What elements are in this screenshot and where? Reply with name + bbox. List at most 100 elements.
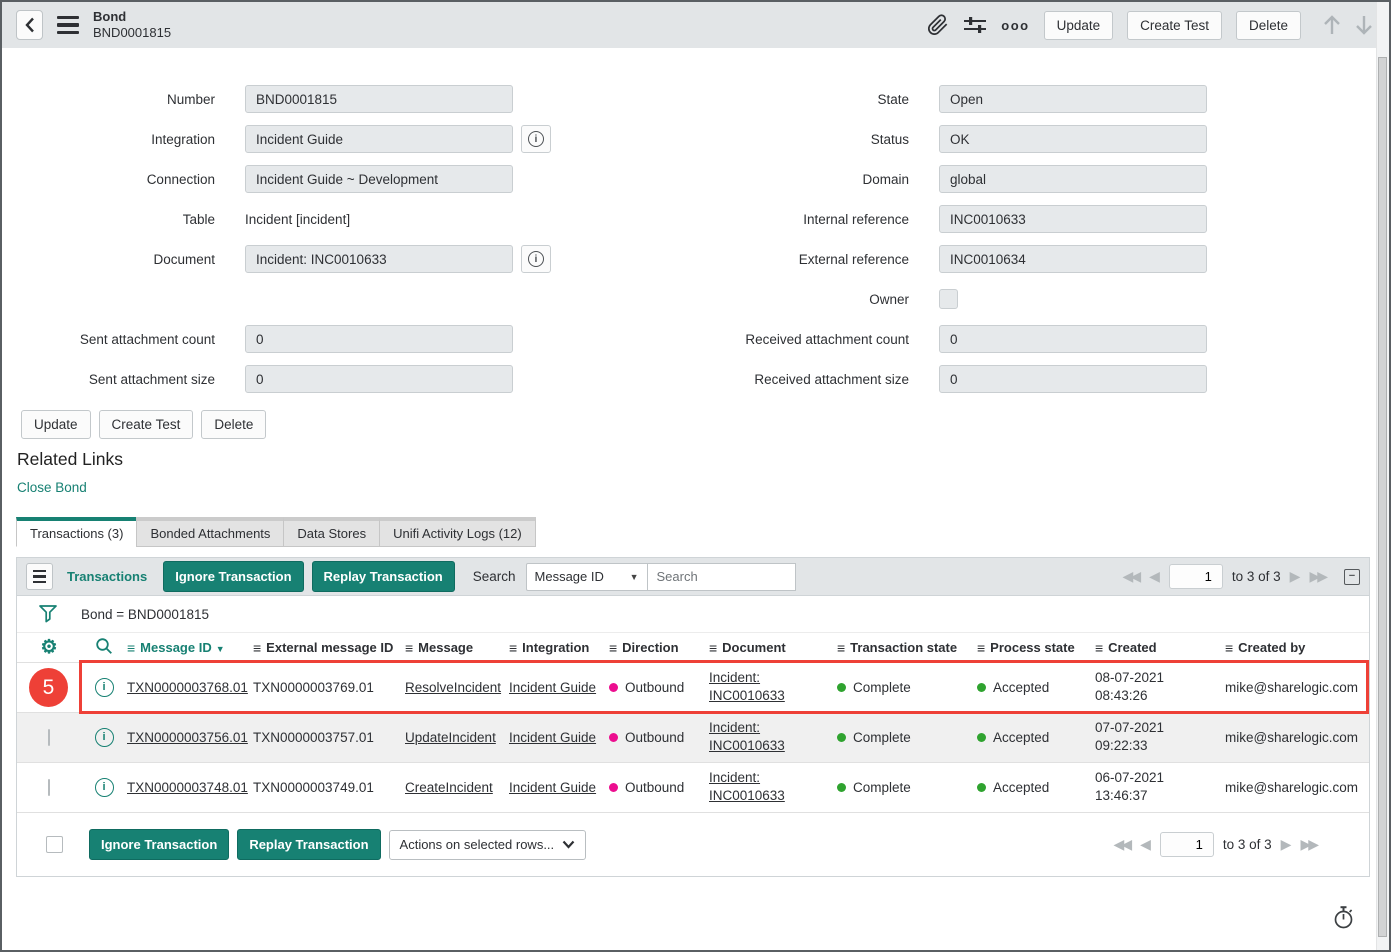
previous-page-icon[interactable]: ◀ xyxy=(1140,836,1151,853)
replay-transaction-button[interactable]: Replay Transaction xyxy=(312,561,455,592)
sent-attachment-size-field[interactable] xyxy=(245,365,513,393)
document-info-button[interactable]: i xyxy=(521,245,551,273)
back-button[interactable] xyxy=(16,10,43,40)
page-number-input[interactable] xyxy=(1160,832,1214,857)
message-link[interactable]: UpdateIncident xyxy=(405,730,496,745)
column-menu-icon[interactable]: ≡ xyxy=(609,640,617,656)
column-menu-icon[interactable]: ≡ xyxy=(709,640,717,656)
integration-link[interactable]: Incident Guide xyxy=(509,780,596,795)
column-menu-icon[interactable]: ≡ xyxy=(977,640,985,656)
previous-page-icon[interactable]: ◀ xyxy=(1149,568,1160,585)
list-context-menu-icon[interactable] xyxy=(26,563,53,590)
row-info-icon[interactable]: i xyxy=(95,778,114,797)
row-select-checkbox[interactable] xyxy=(48,729,50,746)
tab-bonded-attachments[interactable]: Bonded Attachments xyxy=(136,517,283,547)
first-page-icon[interactable]: ◀◀ xyxy=(1123,568,1139,585)
select-all-checkbox[interactable] xyxy=(46,836,63,853)
column-menu-icon[interactable]: ≡ xyxy=(405,640,413,656)
column-header-external-message-id[interactable]: ≡External message ID xyxy=(253,633,405,662)
column-menu-icon[interactable]: ≡ xyxy=(253,640,261,656)
connection-label: Connection xyxy=(2,172,215,187)
delete-button-bottom[interactable]: Delete xyxy=(201,410,266,439)
filter-breadcrumb[interactable]: Bond = BND0001815 xyxy=(81,607,209,622)
tab-unifi-activity-logs[interactable]: Unifi Activity Logs (12) xyxy=(379,517,536,547)
document-link[interactable]: Incident: INC0010633 xyxy=(709,719,795,755)
number-field[interactable] xyxy=(245,85,513,113)
next-page-icon[interactable]: ▶ xyxy=(1281,836,1292,853)
form-context-menu-icon[interactable] xyxy=(57,16,79,35)
owner-field[interactable] xyxy=(939,289,958,309)
row-info-icon[interactable]: i xyxy=(95,728,114,747)
previous-record-arrow-icon[interactable] xyxy=(1321,13,1343,37)
ignore-transaction-button-bottom[interactable]: Ignore Transaction xyxy=(89,829,229,860)
personalize-form-sliders-icon[interactable] xyxy=(963,15,987,35)
document-field[interactable] xyxy=(245,245,513,273)
connection-field[interactable] xyxy=(245,165,513,193)
state-field[interactable] xyxy=(939,85,1207,113)
status-field[interactable] xyxy=(939,125,1207,153)
integration-link[interactable]: Incident Guide xyxy=(509,680,596,695)
row-info-icon[interactable]: i xyxy=(95,678,114,697)
external-reference-field[interactable] xyxy=(939,245,1207,273)
column-header-created-by[interactable]: ≡Created by xyxy=(1225,633,1369,662)
page-scrollbar-thumb[interactable] xyxy=(1378,57,1387,937)
row-select-checkbox[interactable] xyxy=(48,779,50,796)
annotation-step-badge: 5 xyxy=(29,668,68,707)
filter-funnel-icon[interactable] xyxy=(37,603,59,625)
response-time-stopwatch-icon[interactable] xyxy=(1332,905,1355,933)
column-header-process-state[interactable]: ≡Process state xyxy=(977,633,1095,662)
integration-info-button[interactable]: i xyxy=(521,125,551,153)
message-id-link[interactable]: TXN0000003756.01 xyxy=(127,730,248,745)
update-button-bottom[interactable]: Update xyxy=(21,410,91,439)
column-header-message[interactable]: ≡Message xyxy=(405,633,509,662)
column-menu-icon[interactable]: ≡ xyxy=(1225,640,1233,656)
column-menu-icon[interactable]: ≡ xyxy=(127,640,135,656)
delete-button[interactable]: Delete xyxy=(1236,11,1301,40)
first-page-icon[interactable]: ◀◀ xyxy=(1114,836,1130,853)
page-number-input[interactable] xyxy=(1169,564,1223,589)
column-header-document[interactable]: ≡Document xyxy=(709,633,837,662)
close-bond-link[interactable]: Close Bond xyxy=(17,480,87,495)
column-header-transaction-state[interactable]: ≡Transaction state xyxy=(837,633,977,662)
tab-data-stores[interactable]: Data Stores xyxy=(283,517,379,547)
received-attachment-count-field[interactable] xyxy=(939,325,1207,353)
replay-transaction-button-bottom[interactable]: Replay Transaction xyxy=(237,829,380,860)
message-id-link[interactable]: TXN0000003748.01 xyxy=(127,780,248,795)
internal-reference-field[interactable] xyxy=(939,205,1207,233)
message-id-link[interactable]: TXN0000003768.01 xyxy=(127,680,248,695)
column-menu-icon[interactable]: ≡ xyxy=(1095,640,1103,656)
domain-field[interactable] xyxy=(939,165,1207,193)
message-link[interactable]: CreateIncident xyxy=(405,780,493,795)
search-field-select[interactable]: Message ID ▼ xyxy=(526,563,648,591)
actions-on-selected-rows-select[interactable]: Actions on selected rows... xyxy=(389,830,586,860)
search-input[interactable] xyxy=(648,563,796,591)
column-menu-icon[interactable]: ≡ xyxy=(509,640,517,656)
collapse-list-icon[interactable]: − xyxy=(1344,569,1360,585)
next-record-arrow-icon[interactable] xyxy=(1353,13,1375,37)
column-menu-icon[interactable]: ≡ xyxy=(837,640,845,656)
tab-transactions[interactable]: Transactions (3) xyxy=(16,517,136,547)
column-header-created[interactable]: ≡Created xyxy=(1095,633,1225,662)
attachment-paperclip-icon[interactable] xyxy=(927,14,949,36)
create-test-button[interactable]: Create Test xyxy=(1127,11,1222,40)
integration-link[interactable]: Incident Guide xyxy=(509,730,596,745)
row-search-icon[interactable] xyxy=(95,637,113,655)
column-header-direction[interactable]: ≡Direction xyxy=(609,633,709,662)
next-page-icon[interactable]: ▶ xyxy=(1290,568,1301,585)
more-options-icon[interactable]: ooo xyxy=(1001,18,1029,33)
create-test-button-bottom[interactable]: Create Test xyxy=(99,410,194,439)
integration-field[interactable] xyxy=(245,125,513,153)
ignore-transaction-button[interactable]: Ignore Transaction xyxy=(163,561,303,592)
direction-value: Outbound xyxy=(625,780,684,795)
column-header-integration[interactable]: ≡Integration xyxy=(509,633,609,662)
list-personalize-gear-icon[interactable]: ⚙ xyxy=(40,637,57,658)
last-page-icon[interactable]: ▶▶ xyxy=(1309,568,1325,585)
sent-attachment-count-field[interactable] xyxy=(245,325,513,353)
last-page-icon[interactable]: ▶▶ xyxy=(1300,836,1316,853)
update-button[interactable]: Update xyxy=(1044,11,1114,40)
document-link[interactable]: Incident: INC0010633 xyxy=(709,769,795,805)
document-link[interactable]: Incident: INC0010633 xyxy=(709,669,795,705)
message-link[interactable]: ResolveIncident xyxy=(405,680,501,695)
column-header-message-id[interactable]: ≡Message ID▼ xyxy=(127,633,253,662)
received-attachment-size-field[interactable] xyxy=(939,365,1207,393)
